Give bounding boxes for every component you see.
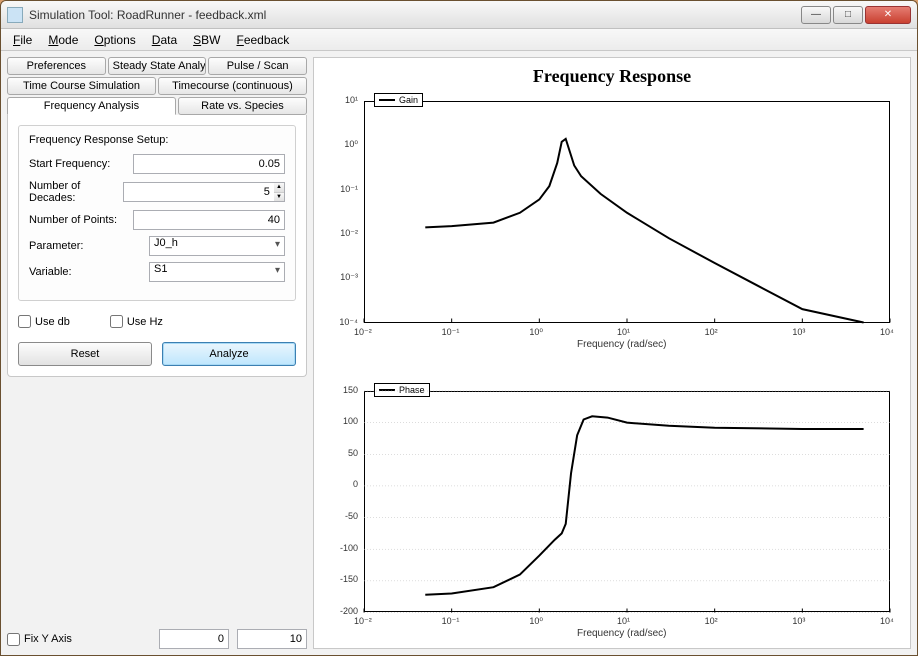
x-axis-label: Frequency (rad/sec) bbox=[577, 628, 666, 639]
tab-timecourse-cont[interactable]: Timecourse (continuous) bbox=[158, 77, 307, 95]
reset-button[interactable]: Reset bbox=[18, 342, 152, 366]
maximize-button[interactable]: □ bbox=[833, 6, 863, 24]
decades-spinner[interactable]: ▲▼ bbox=[274, 182, 285, 202]
chart-title: Frequency Response bbox=[324, 66, 900, 87]
menu-options[interactable]: Options bbox=[86, 31, 143, 49]
tab-steady-state[interactable]: Steady State Analysis bbox=[108, 57, 207, 75]
form-group-title: Frequency Response Setup: bbox=[29, 134, 285, 146]
app-icon bbox=[7, 7, 23, 23]
fix-y-checkbox[interactable]: Fix Y Axis bbox=[7, 633, 72, 646]
points-input[interactable] bbox=[133, 210, 285, 230]
chart-area: Gain10⁻⁴10⁻³10⁻²10⁻¹10⁰10¹10⁻²10⁻¹10⁰10¹… bbox=[324, 93, 900, 642]
menu-sbw[interactable]: SBW bbox=[185, 31, 228, 49]
variable-label: Variable: bbox=[29, 266, 149, 278]
left-panel: Preferences Steady State Analysis Pulse … bbox=[7, 57, 307, 649]
window-title: Simulation Tool: RoadRunner - feedback.x… bbox=[29, 8, 801, 22]
points-label: Number of Points: bbox=[29, 214, 133, 226]
x-axis-label: Frequency (rad/sec) bbox=[577, 339, 666, 350]
tab-frequency-analysis[interactable]: Frequency Analysis bbox=[7, 97, 176, 115]
decades-label: Number of Decades: bbox=[29, 180, 123, 204]
analyze-button[interactable]: Analyze bbox=[162, 342, 296, 366]
tab-rate-species[interactable]: Rate vs. Species bbox=[178, 97, 307, 115]
ymax-input[interactable] bbox=[237, 629, 307, 649]
chart-panel: Frequency Response Gain10⁻⁴10⁻³10⁻²10⁻¹1… bbox=[313, 57, 911, 649]
tab-timecourse-sim[interactable]: Time Course Simulation bbox=[7, 77, 156, 95]
form-panel: Frequency Response Setup: Start Frequenc… bbox=[7, 115, 307, 377]
titlebar[interactable]: Simulation Tool: RoadRunner - feedback.x… bbox=[1, 1, 917, 29]
menu-data[interactable]: Data bbox=[144, 31, 185, 49]
app-window: Simulation Tool: RoadRunner - feedback.x… bbox=[0, 0, 918, 656]
menu-file[interactable]: File bbox=[5, 31, 40, 49]
start-freq-label: Start Frequency: bbox=[29, 158, 133, 170]
decades-input[interactable] bbox=[123, 182, 274, 202]
ymin-input[interactable] bbox=[159, 629, 229, 649]
menu-feedback[interactable]: Feedback bbox=[228, 31, 297, 49]
minimize-button[interactable]: — bbox=[801, 6, 831, 24]
tab-preferences[interactable]: Preferences bbox=[7, 57, 106, 75]
menu-mode[interactable]: Mode bbox=[40, 31, 86, 49]
menubar: File Mode Options Data SBW Feedback bbox=[1, 29, 917, 51]
variable-select[interactable]: S1 bbox=[149, 262, 285, 282]
parameter-label: Parameter: bbox=[29, 240, 149, 252]
parameter-select[interactable]: J0_h bbox=[149, 236, 285, 256]
use-db-checkbox[interactable]: Use db bbox=[18, 315, 70, 328]
use-hz-checkbox[interactable]: Use Hz bbox=[110, 315, 163, 328]
start-freq-input[interactable] bbox=[133, 154, 285, 174]
close-button[interactable]: ✕ bbox=[865, 6, 911, 24]
tab-pulse-scan[interactable]: Pulse / Scan bbox=[208, 57, 307, 75]
